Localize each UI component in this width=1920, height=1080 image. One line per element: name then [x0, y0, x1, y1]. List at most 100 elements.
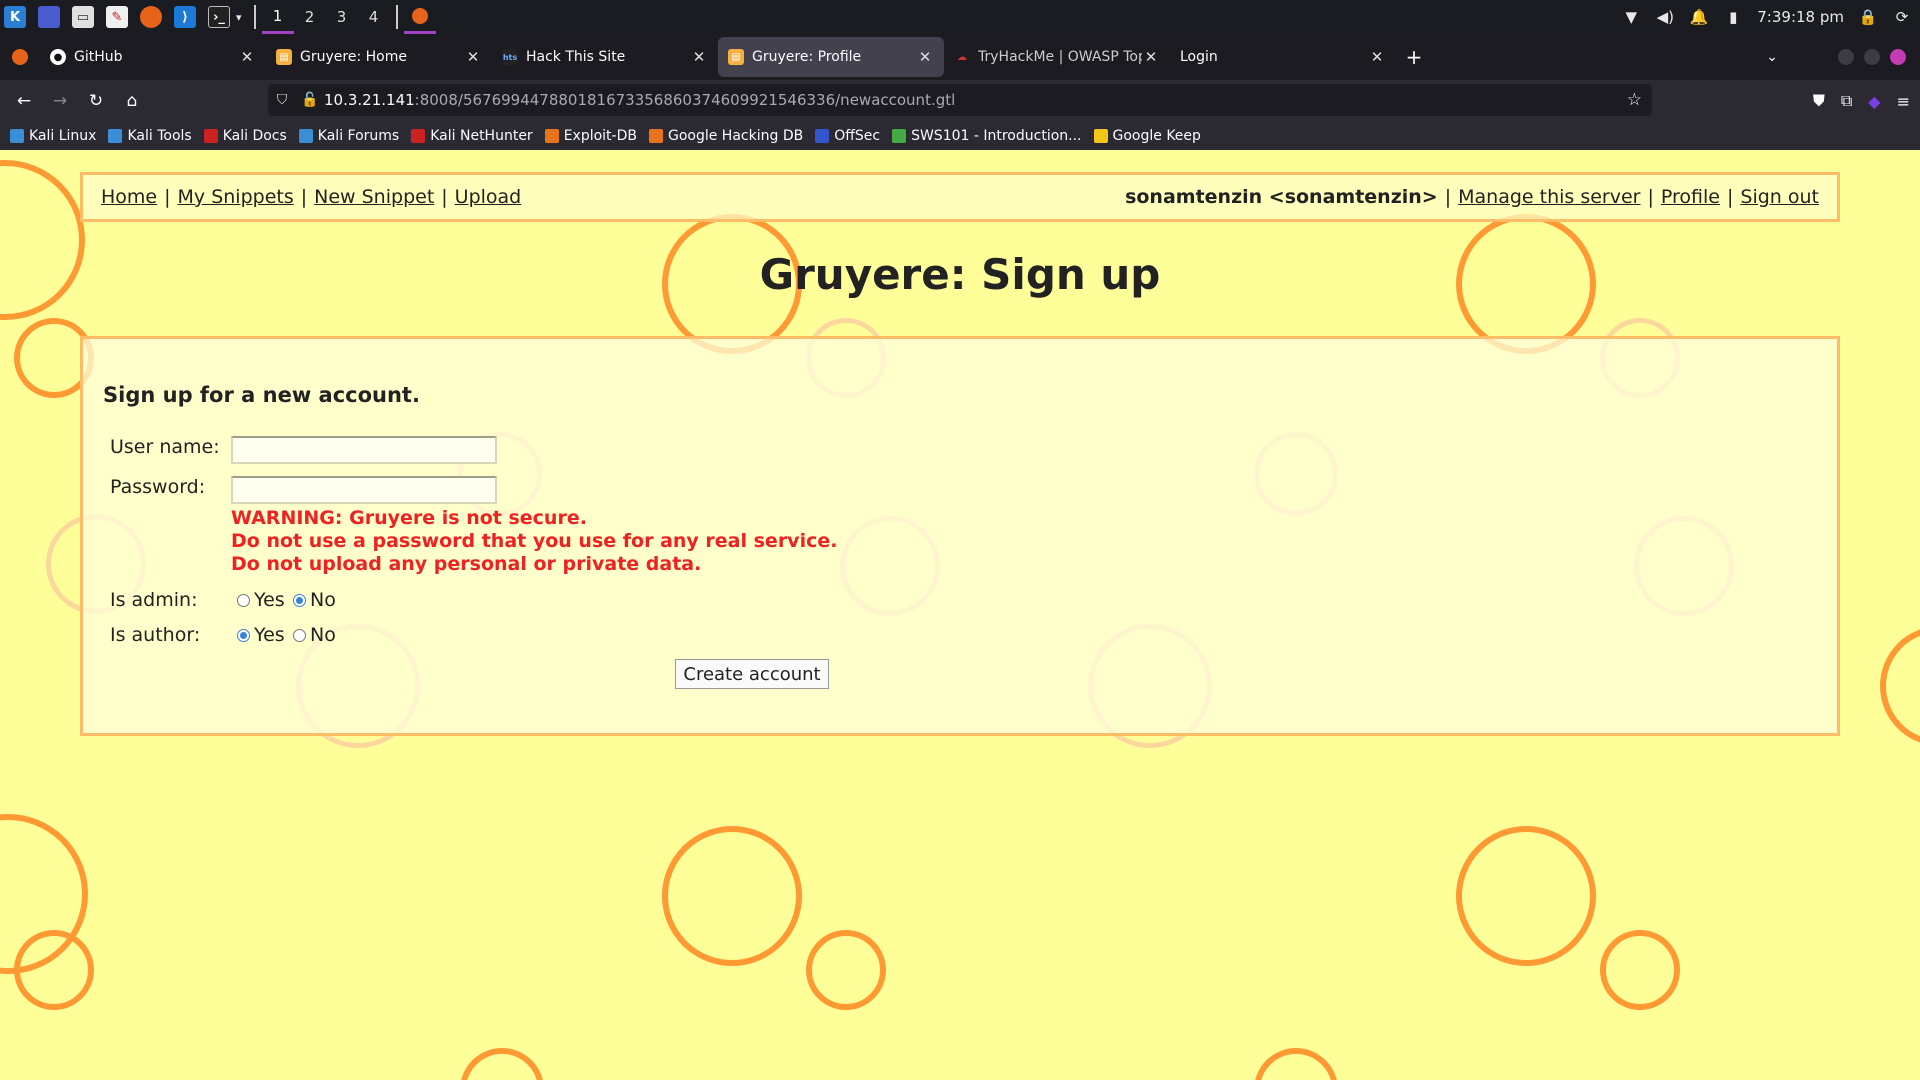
home-link[interactable]: Home [101, 186, 157, 208]
password-label: Password: [110, 476, 206, 498]
terminal-icon[interactable]: ›_ [208, 6, 230, 28]
profile-link[interactable]: Profile [1661, 186, 1720, 208]
kali-nethunter-icon [411, 129, 426, 143]
toolbar-right: ⛊ ⧉ ◆ ≡ [1813, 80, 1910, 122]
workspace-1[interactable]: 1 [261, 0, 294, 34]
bookmark-kali-nethunter[interactable]: Kali NetHunter [411, 128, 533, 144]
tab-hack-this-site[interactable]: hts Hack This Site ✕ [492, 37, 718, 77]
cheese-hole [806, 930, 886, 1010]
maximize-window-button[interactable] [1864, 49, 1880, 65]
firefox-view-icon[interactable] [0, 49, 40, 65]
back-button[interactable]: ← [6, 85, 42, 117]
firefox-window-button[interactable] [403, 0, 436, 34]
bookmark-google-keep[interactable]: Google Keep [1093, 128, 1201, 144]
battery-icon[interactable]: ▮ [1723, 7, 1743, 27]
bookmark-star-icon[interactable]: ☆ [1627, 90, 1642, 110]
close-tab-icon[interactable]: ✕ [1142, 48, 1160, 66]
home-button[interactable]: ⌂ [114, 85, 150, 117]
firefox-launcher-icon[interactable] [140, 6, 162, 28]
gruyere-icon: ▤ [276, 49, 292, 65]
workspace-3[interactable]: 3 [326, 0, 358, 34]
volume-icon[interactable]: ◀) [1655, 7, 1675, 27]
workspace-2[interactable]: 2 [294, 0, 326, 34]
create-account-button[interactable]: Create account [675, 659, 829, 689]
file-manager-icon[interactable]: ▭ [72, 6, 94, 28]
address-bar[interactable]: ⛉ 🔓 10.3.21.141:8008/5676994478801816733… [268, 84, 1652, 116]
bookmark-kali-linux[interactable]: Kali Linux [10, 128, 96, 144]
bookmark-label: Google Hacking DB [667, 128, 804, 144]
network-icon[interactable]: ▼ [1621, 7, 1641, 27]
bookmark-label: Kali Docs [222, 128, 287, 144]
tab-gruyere-profile[interactable]: ▤ Gruyere: Profile ✕ [718, 37, 944, 77]
os-taskbar: K ▭ ✎ ⟩ ›_ ▾ 1 2 3 4 ▼ ◀) 🔔 ▮ 7:39:18 pm… [0, 0, 1920, 34]
text-editor-icon[interactable]: ✎ [106, 6, 128, 28]
tab-tryhackme[interactable]: ☁ TryHackMe | OWASP Top ✕ [944, 37, 1170, 77]
tab-title: Gruyere: Home [300, 49, 407, 65]
close-tab-icon[interactable]: ✕ [238, 48, 256, 66]
menu-hamburger-icon[interactable]: ≡ [1897, 92, 1910, 111]
radio-label: No [310, 589, 336, 611]
password-input[interactable] [231, 476, 497, 504]
clock[interactable]: 7:39:18 pm [1757, 8, 1844, 26]
extension-purple-icon[interactable]: ◆ [1868, 92, 1880, 111]
username-input[interactable] [231, 436, 497, 464]
security-warning: WARNING: Gruyere is not secure. Do not u… [231, 507, 837, 576]
cheese-hole [1254, 1048, 1338, 1080]
close-window-button[interactable] [1890, 49, 1906, 65]
insecure-lock-icon[interactable]: 🔓 [296, 92, 324, 108]
tryhackme-icon: ☁ [957, 51, 967, 63]
close-tab-icon[interactable]: ✕ [1368, 48, 1386, 66]
tab-login[interactable]: Login ✕ [1170, 37, 1396, 77]
show-desktop-icon[interactable] [38, 6, 60, 28]
forward-button[interactable]: → [42, 85, 78, 117]
notification-bell-icon[interactable]: 🔔 [1689, 7, 1709, 27]
power-icon[interactable]: ⟳ [1892, 7, 1912, 27]
bookmark-kali-tools[interactable]: Kali Tools [108, 128, 192, 144]
author-no-radio[interactable]: No [293, 624, 336, 646]
bookmark-kali-docs[interactable]: Kali Docs [203, 128, 287, 144]
minimize-window-button[interactable] [1838, 49, 1854, 65]
close-tab-icon[interactable]: ✕ [916, 48, 934, 66]
upload-link[interactable]: Upload [455, 186, 522, 208]
cheese-hole [1880, 626, 1920, 746]
sign-out-link[interactable]: Sign out [1740, 186, 1819, 208]
menu-separator: | [1444, 186, 1452, 208]
radio-unchecked-icon [237, 593, 250, 607]
pocket-icon[interactable]: ⛊ [1813, 91, 1825, 111]
author-yes-radio[interactable]: Yes [237, 624, 285, 646]
chevron-down-icon[interactable]: ▾ [236, 11, 242, 24]
menu-separator: | [300, 186, 308, 208]
close-tab-icon[interactable]: ✕ [690, 48, 708, 66]
new-tab-button[interactable]: + [1396, 45, 1432, 69]
extensions-icon[interactable]: ⧉ [1841, 91, 1852, 111]
bookmark-google-hacking-db[interactable]: Google Hacking DB [648, 128, 804, 144]
lock-icon[interactable]: 🔒 [1858, 7, 1878, 27]
url-host: 10.3.21.141 [324, 91, 415, 109]
workspace-4[interactable]: 4 [358, 0, 390, 34]
reload-button[interactable]: ↻ [78, 85, 114, 117]
username-label: User name: [110, 436, 220, 458]
bookmark-sws101[interactable]: SWS101 - Introduction... [892, 128, 1082, 144]
manage-server-link[interactable]: Manage this server [1458, 186, 1640, 208]
admin-no-radio[interactable]: No [293, 589, 336, 611]
tab-github[interactable]: ● GitHub ✕ [40, 37, 266, 77]
github-icon: ● [50, 49, 66, 65]
menu-separator: | [1647, 186, 1654, 208]
kali-menu-icon[interactable]: K [4, 6, 26, 28]
tab-title: TryHackMe | OWASP Top [978, 49, 1142, 65]
bookmark-offsec[interactable]: OffSec [815, 128, 880, 144]
close-tab-icon[interactable]: ✕ [464, 48, 482, 66]
list-all-tabs-icon[interactable]: ⌄ [1766, 49, 1778, 65]
shield-icon[interactable]: ⛉ [268, 92, 296, 108]
taskbar-divider [253, 5, 256, 29]
my-snippets-link[interactable]: My Snippets [178, 186, 294, 208]
bookmark-label: Exploit-DB [563, 128, 637, 144]
bookmark-exploit-db[interactable]: Exploit-DB [544, 128, 637, 144]
tab-gruyere-home[interactable]: ▤ Gruyere: Home ✕ [266, 37, 492, 77]
admin-yes-radio[interactable]: Yes [237, 589, 285, 611]
url-path: :8008/5676994478801816733568603746099215… [414, 91, 956, 109]
bookmark-kali-forums[interactable]: Kali Forums [298, 128, 399, 144]
is-author-label: Is author: [110, 624, 201, 646]
vscode-icon[interactable]: ⟩ [174, 6, 196, 28]
new-snippet-link[interactable]: New Snippet [314, 186, 434, 208]
